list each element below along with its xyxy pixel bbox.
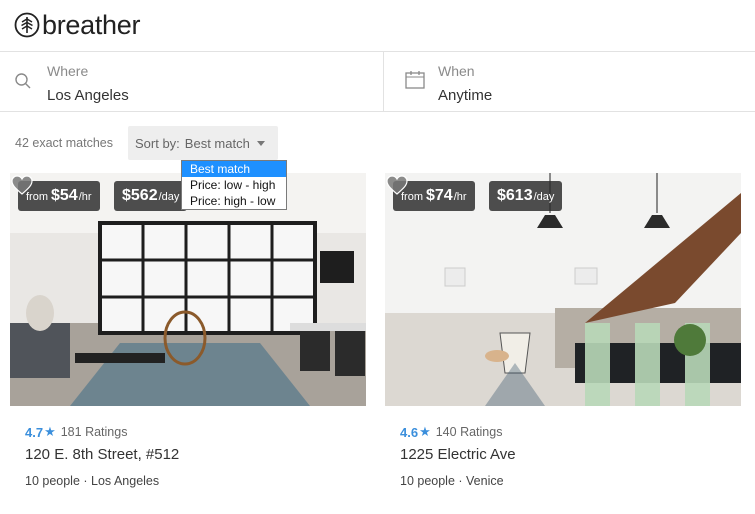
- sort-option-price-low-high[interactable]: Price: low - high: [182, 177, 286, 193]
- listing-card[interactable]: from $74 /hr $613 /day 4.6 ★ 140 Ratings…: [385, 173, 741, 488]
- where-label: Where: [47, 63, 89, 79]
- rating-score: 4.7: [25, 424, 44, 440]
- star-icon: ★: [44, 424, 56, 439]
- heart-icon[interactable]: [10, 173, 34, 197]
- daily-unit: /day: [158, 191, 180, 203]
- rating-row: 4.7 ★ 181 Ratings: [25, 424, 366, 440]
- star-icon: ★: [419, 424, 431, 439]
- caret-down-icon: [256, 140, 265, 146]
- where-field[interactable]: Where Los Angeles: [0, 52, 384, 112]
- hourly-unit: /hr: [78, 191, 92, 203]
- sort-value: Best match: [184, 135, 250, 151]
- rating-row: 4.6 ★ 140 Ratings: [400, 424, 741, 440]
- when-label: When: [438, 63, 475, 79]
- daily-price-badge: $613 /day: [489, 181, 563, 211]
- results-count: 42 exact matches: [15, 136, 113, 150]
- listing-photo[interactable]: from $74 /hr $613 /day: [385, 173, 741, 406]
- heart-icon[interactable]: [385, 173, 409, 197]
- tree-logo-icon: [14, 12, 40, 38]
- search-bar: Where Los Angeles When Anytime: [0, 52, 755, 112]
- daily-price-badge: $562 /day: [114, 181, 188, 211]
- sort-option-price-high-low[interactable]: Price: high - low: [182, 193, 286, 209]
- where-value[interactable]: Los Angeles: [47, 87, 129, 104]
- brand-logo[interactable]: breather: [14, 10, 140, 40]
- daily-price: $613: [497, 187, 533, 204]
- top-header: breather: [0, 0, 755, 52]
- listing-address[interactable]: 120 E. 8th Street, #512: [25, 446, 366, 463]
- when-field[interactable]: When Anytime: [385, 52, 755, 112]
- calendar-icon: [405, 71, 425, 89]
- hourly-unit: /hr: [453, 191, 467, 203]
- listing-meta: 10 people · Los Angeles: [25, 474, 160, 488]
- rating-score: 4.6: [400, 424, 419, 440]
- listing-card[interactable]: from $54 /hr $562 /day 4.7 ★ 181 Ratings…: [10, 173, 366, 488]
- daily-unit: /day: [533, 191, 555, 203]
- brand-name: breather: [42, 10, 141, 40]
- sort-option-best-match[interactable]: Best match: [182, 161, 286, 177]
- hourly-price: $54: [51, 187, 78, 204]
- ratings-count: 181 Ratings: [60, 425, 128, 439]
- listing-address[interactable]: 1225 Electric Ave: [400, 446, 741, 463]
- search-icon: [15, 73, 31, 89]
- daily-price: $562: [122, 187, 158, 204]
- sort-options-menu: Best match Price: low - high Price: high…: [181, 160, 287, 210]
- sort-label: Sort by:: [135, 135, 180, 151]
- ratings-count: 140 Ratings: [435, 425, 503, 439]
- sort-dropdown[interactable]: Sort by: Best match: [128, 126, 278, 160]
- listing-meta: 10 people · Venice: [400, 474, 504, 488]
- hourly-price: $74: [426, 187, 453, 204]
- when-value[interactable]: Anytime: [438, 87, 492, 104]
